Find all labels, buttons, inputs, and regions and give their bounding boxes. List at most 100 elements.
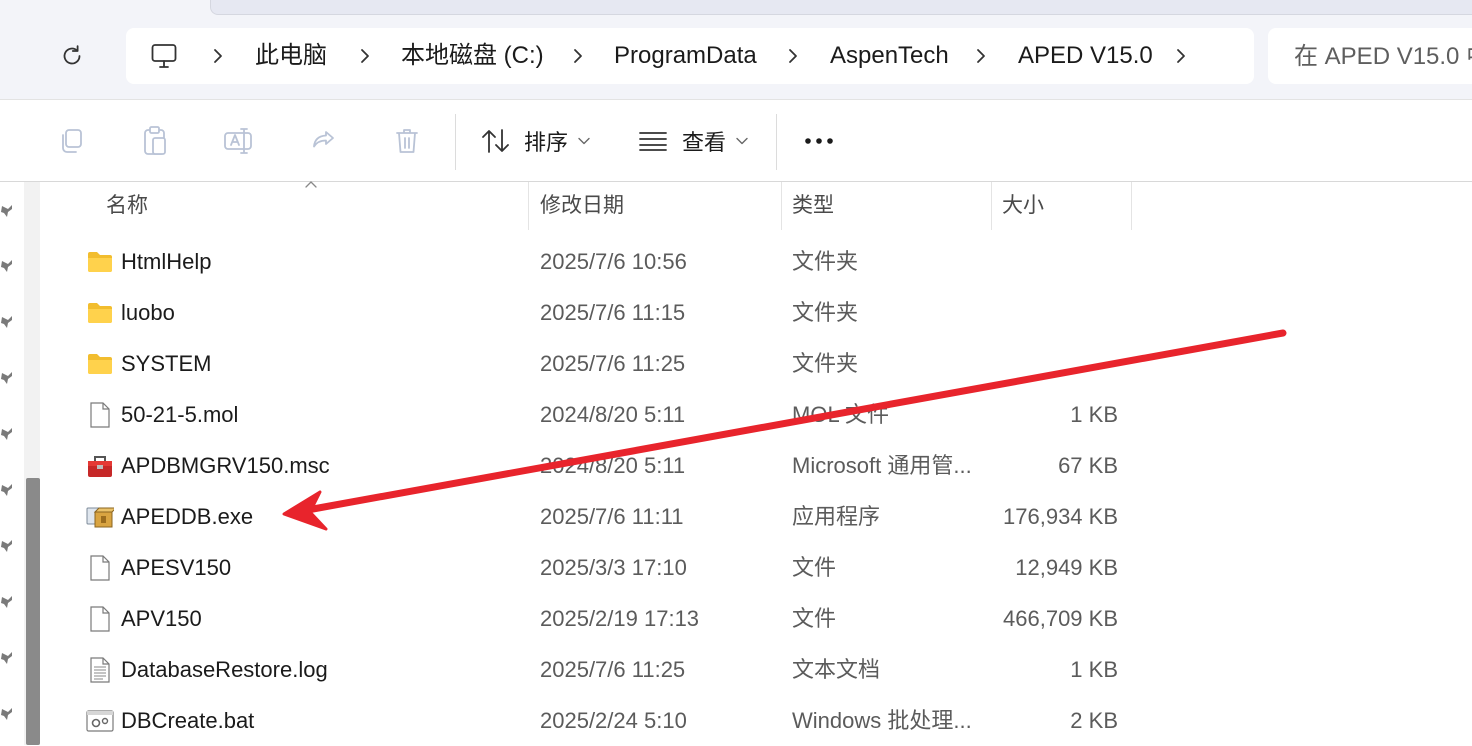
more-icon xyxy=(805,138,833,144)
breadcrumb-separator-icon[interactable] xyxy=(206,44,230,68)
rename-icon xyxy=(224,128,252,154)
breadcrumb-separator-icon[interactable] xyxy=(1169,44,1193,68)
file-name: luobo xyxy=(121,300,175,325)
column-divider[interactable] xyxy=(991,182,992,230)
pin-icon[interactable] xyxy=(0,593,14,609)
toolbar-divider xyxy=(455,114,456,170)
file-type: 应用程序 xyxy=(792,504,881,529)
file-type: 文件夹 xyxy=(792,300,859,325)
column-header-type[interactable]: 类型 xyxy=(792,182,834,230)
toolbox-icon xyxy=(86,452,114,480)
pin-icon[interactable] xyxy=(0,313,14,329)
copy-button[interactable] xyxy=(52,122,90,160)
file-icon xyxy=(86,605,114,633)
file-row[interactable]: SYSTEM 2025/7/6 11:25 文件夹 xyxy=(50,338,1150,389)
file-date: 2025/7/6 11:25 xyxy=(540,351,686,376)
pin-icon[interactable] xyxy=(0,537,14,553)
file-size: 67 KB xyxy=(1058,453,1118,478)
file-type: 文件 xyxy=(792,555,837,580)
breadcrumb-local-disk[interactable]: 本地磁盘 (C:) xyxy=(401,28,544,84)
file-row[interactable]: 50-21-5.mol 2024/8/20 5:11 MOL 文件 1 KB xyxy=(50,389,1150,440)
sort-menu-button[interactable]: 排序 xyxy=(480,118,590,164)
file-name: APESV150 xyxy=(121,555,232,580)
file-date: 2025/7/6 11:25 xyxy=(540,657,686,682)
column-divider[interactable] xyxy=(781,182,782,230)
file-date: 2025/7/6 11:11 xyxy=(540,504,684,529)
delete-button[interactable] xyxy=(388,122,426,160)
view-label: 查看 xyxy=(682,130,727,155)
nav-scrollbar-thumb[interactable] xyxy=(26,478,40,745)
file-name: 50-21-5.mol xyxy=(121,402,239,427)
pin-icon[interactable] xyxy=(0,705,14,721)
column-header-date[interactable]: 修改日期 xyxy=(540,182,624,230)
file-date: 2025/7/6 10:56 xyxy=(540,249,687,274)
delete-icon xyxy=(396,129,418,153)
pin-icon[interactable] xyxy=(0,425,14,441)
file-row[interactable]: luobo 2025/7/6 11:15 文件夹 xyxy=(50,287,1150,338)
file-date: 2025/7/6 11:15 xyxy=(540,300,686,325)
pin-icon[interactable] xyxy=(0,202,14,218)
paste-icon xyxy=(144,126,166,155)
chevron-down-icon xyxy=(578,137,590,145)
breadcrumb-aped[interactable]: APED V15.0 xyxy=(1018,28,1153,84)
breadcrumb-separator-icon[interactable] xyxy=(781,44,805,68)
folder-icon xyxy=(86,350,114,378)
paste-button[interactable] xyxy=(136,122,174,160)
column-header-size[interactable]: 大小 xyxy=(1002,182,1044,230)
share-icon xyxy=(313,131,334,148)
pin-icon[interactable] xyxy=(0,257,14,273)
file-type: 文件 xyxy=(792,606,837,631)
address-bar[interactable]: 此电脑 本地磁盘 (C:) ProgramData AspenTech APED… xyxy=(126,28,1254,84)
more-options-button[interactable] xyxy=(800,122,838,160)
file-type: MOL 文件 xyxy=(792,402,889,427)
file-size: 1 KB xyxy=(1070,657,1118,682)
breadcrumb-separator-icon[interactable] xyxy=(353,44,377,68)
file-row[interactable]: APV150 2025/2/19 17:13 文件 466,709 KB xyxy=(50,593,1150,644)
breadcrumb-this-pc[interactable]: 此电脑 xyxy=(255,28,327,84)
breadcrumb-aspentech[interactable]: AspenTech xyxy=(830,28,949,84)
breadcrumb-separator-icon[interactable] xyxy=(566,44,590,68)
file-row[interactable]: APEDDB.exe 2025/7/6 11:11 应用程序 176,934 K… xyxy=(50,491,1150,542)
refresh-button[interactable] xyxy=(52,36,92,76)
file-date: 2025/2/24 5:10 xyxy=(540,708,687,733)
pin-icon[interactable] xyxy=(0,649,14,665)
breadcrumb-separator-icon[interactable] xyxy=(969,44,993,68)
file-name: APEDDB.exe xyxy=(121,504,254,529)
pin-icon[interactable] xyxy=(0,369,14,385)
sort-ascending-icon xyxy=(305,181,317,188)
file-name: APV150 xyxy=(121,606,202,631)
file-row[interactable]: HtmlHelp 2025/7/6 10:56 文件夹 xyxy=(50,236,1150,287)
folder-icon xyxy=(86,299,114,327)
text-file-icon xyxy=(86,656,114,684)
computer-icon xyxy=(151,44,177,68)
file-name: SYSTEM xyxy=(121,351,212,376)
sort-icon xyxy=(482,129,509,153)
file-name: DatabaseRestore.log xyxy=(121,657,328,682)
file-date: 2025/3/3 17:10 xyxy=(540,555,687,580)
copy-icon xyxy=(62,129,82,153)
command-bar: 排序 查看 xyxy=(0,100,1472,182)
file-row[interactable]: APESV150 2025/3/3 17:10 文件 12,949 KB xyxy=(50,542,1150,593)
file-row[interactable]: APDBMGRV150.msc 2024/8/20 5:11 Microsoft… xyxy=(50,440,1150,491)
column-divider[interactable] xyxy=(1131,182,1132,230)
file-row[interactable]: DatabaseRestore.log 2025/7/6 11:25 文本文档 … xyxy=(50,644,1150,695)
file-row[interactable]: DBCreate.bat 2025/2/24 5:10 Windows 批处理.… xyxy=(50,695,1150,746)
search-input[interactable]: 在 APED V15.0 中 xyxy=(1268,28,1472,84)
file-type: 文本文档 xyxy=(792,657,881,682)
column-header-name[interactable]: 名称 xyxy=(106,182,148,230)
column-divider[interactable] xyxy=(528,182,529,230)
search-placeholder: 在 APED V15.0 中 xyxy=(1294,43,1472,70)
address-area: 此电脑 本地磁盘 (C:) ProgramData AspenTech APED… xyxy=(0,0,1472,100)
share-button[interactable] xyxy=(304,122,342,160)
file-size xyxy=(1002,287,1118,338)
pin-icon[interactable] xyxy=(0,481,14,497)
folder-icon xyxy=(86,248,114,276)
installer-exe-icon xyxy=(86,503,114,531)
rename-button[interactable] xyxy=(220,122,258,160)
file-date: 2025/2/19 17:13 xyxy=(540,606,700,631)
breadcrumb-programdata[interactable]: ProgramData xyxy=(614,28,757,84)
file-date: 2024/8/20 5:11 xyxy=(540,402,686,427)
chevron-down-icon xyxy=(736,137,748,145)
sort-label: 排序 xyxy=(524,130,569,155)
view-menu-button[interactable]: 查看 xyxy=(638,118,748,164)
